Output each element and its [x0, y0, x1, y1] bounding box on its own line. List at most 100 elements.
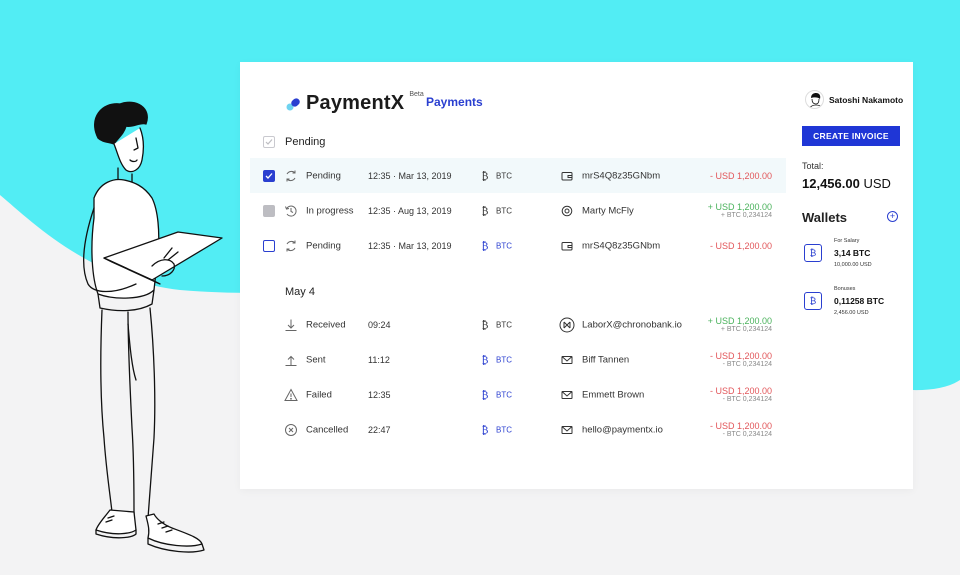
row-party: Emmett Brown: [582, 389, 645, 400]
bitcoin-icon: ₿: [482, 206, 489, 216]
row-status: Sent: [306, 354, 326, 365]
table-row[interactable]: Received 09:24 ₿ BTC LaborX@chronobank.i…: [250, 307, 786, 342]
warning-icon: [284, 387, 298, 401]
logo-mark-icon: [286, 96, 302, 112]
row-amount: - USD 1,200.00: [710, 170, 772, 180]
row-status: In progress: [306, 205, 354, 216]
table-row[interactable]: Pending 12:35 · Mar 13, 2019 ₿ BTC mrS4Q…: [250, 158, 786, 193]
chronobank-logo-icon: [559, 317, 575, 332]
row-time: 09:24: [368, 319, 391, 330]
row-time: 11:12: [368, 354, 390, 365]
row-amount: - USD 1,200.00 - BTC 0,234124: [710, 385, 772, 403]
row-status: Pending: [306, 170, 341, 181]
row-checkbox[interactable]: [263, 239, 275, 252]
amount-usd: - USD 1,200.00: [709, 350, 772, 361]
sidebar: Satoshi Nakamoto CREATE INVOICE Total: 1…: [802, 62, 913, 489]
row-status: Failed: [306, 389, 332, 400]
row-time: 12:35 · Mar 13, 2019: [368, 170, 452, 181]
amount-btc: + BTC 0,234124: [720, 211, 772, 219]
total-unit: USD: [863, 176, 891, 191]
amount-usd: + USD 1,200.00: [707, 315, 772, 326]
row-time: 12:35 · Mar 13, 2019: [368, 240, 452, 251]
refresh-icon: [286, 240, 296, 251]
svg-text:₿: ₿: [482, 320, 489, 330]
wallet-usd: 10,000.00 USD: [834, 262, 872, 268]
payments-panel: PaymentX Beta Payments Pending Pending 1…: [240, 62, 913, 489]
row-status: Cancelled: [306, 424, 349, 435]
add-wallet-button[interactable]: +: [887, 211, 898, 222]
row-party: mrS4Q8z35GNbm: [582, 170, 661, 181]
table-row[interactable]: Sent 11:12 ₿ BTC Biff Tannen - USD 1,200…: [250, 342, 786, 377]
total-value: 12,456.00 USD: [802, 176, 891, 191]
amount-usd: + USD 1,200.00: [707, 201, 772, 212]
row-currency: BTC: [496, 320, 512, 329]
row-currency: BTC: [496, 206, 512, 215]
svg-text:₿: ₿: [482, 425, 489, 435]
amount-usd: - USD 1,200.00: [709, 420, 772, 431]
amount-usd: - USD 1,200.00: [709, 170, 772, 181]
table-row[interactable]: Cancelled 22:47 ₿ BTC hello@paymentx.io …: [250, 412, 786, 447]
row-party: Biff Tannen: [582, 354, 630, 365]
at-sign-icon: [561, 205, 573, 216]
row-amount: + USD 1,200.00 + BTC 0,234124: [708, 315, 772, 333]
row-time: 12:35 · Aug 13, 2019: [368, 205, 452, 216]
row-amount: - USD 1,200.00: [710, 240, 772, 250]
row-status: Pending: [306, 240, 341, 251]
amount-usd: - USD 1,200.00: [709, 385, 772, 396]
beta-badge: Beta: [409, 91, 424, 98]
svg-text:₿: ₿: [482, 390, 489, 400]
group-header-pending: Pending: [263, 136, 325, 148]
amount-btc: - BTC 0,234124: [722, 430, 772, 438]
wallet-amount: 3,14 BTC: [834, 248, 871, 258]
wallet-amount: 0,11258 BTC: [834, 296, 885, 306]
bitcoin-icon: ₿: [804, 244, 822, 262]
total-amount: 12,456.00: [802, 176, 860, 191]
wallet-name: For Salary: [834, 238, 860, 244]
svg-text:₿: ₿: [482, 206, 489, 216]
bitcoin-icon: ₿: [482, 355, 489, 365]
row-time: 22:47: [368, 424, 391, 435]
row-amount: - USD 1,200.00 - BTC 0,234124: [710, 420, 772, 438]
bitcoin-icon: ₿: [482, 241, 489, 251]
row-currency: BTC: [496, 390, 512, 399]
user-profile[interactable]: Satoshi Nakamoto: [805, 90, 903, 109]
amount-btc: + BTC 0,234124: [720, 325, 772, 333]
row-amount: + USD 1,200.00 + BTC 0,234124: [708, 201, 772, 219]
wallet-icon: [561, 241, 573, 250]
row-party: mrS4Q8z35GNbm: [582, 240, 661, 251]
app-logo[interactable]: PaymentX Beta: [286, 91, 424, 115]
envelope-icon: [561, 425, 573, 434]
bitcoin-icon: ₿: [804, 292, 822, 310]
row-party: LaborX@chronobank.io: [582, 319, 682, 330]
wallet-usd: 2,456.00 USD: [834, 310, 869, 316]
nav-payments-link[interactable]: Payments: [426, 95, 483, 109]
person-with-laptop-illustration: [83, 101, 223, 553]
svg-text:₿: ₿: [482, 241, 489, 251]
wallets-title: Wallets: [802, 210, 848, 225]
group-title: May 4: [285, 286, 315, 298]
select-group-checkbox[interactable]: [263, 136, 275, 148]
table-row[interactable]: In progress 12:35 · Aug 13, 2019 ₿ BTC M…: [250, 193, 786, 228]
cancel-circle-icon: [285, 423, 297, 436]
create-invoice-button[interactable]: CREATE INVOICE: [802, 126, 900, 146]
row-currency: BTC: [496, 425, 512, 434]
row-checkbox[interactable]: [263, 204, 275, 217]
table-row[interactable]: Pending 12:35 · Mar 13, 2019 ₿ BTC mrS4Q…: [250, 228, 786, 263]
total-label: Total:: [802, 161, 824, 171]
amount-btc: - BTC 0,234124: [722, 395, 772, 403]
svg-text:₿: ₿: [482, 355, 489, 365]
group-header-may-4: May 4: [285, 286, 315, 298]
wallet-icon: [561, 171, 573, 180]
bitcoin-icon: ₿: [482, 171, 489, 181]
avatar: [805, 90, 824, 109]
row-checkbox[interactable]: [263, 169, 275, 182]
envelope-icon: [561, 390, 573, 399]
table-row[interactable]: Failed 12:35 ₿ BTC Emmett Brown - USD 1,…: [250, 377, 786, 412]
row-currency: BTC: [496, 171, 512, 180]
wallet-name: Bonuses: [834, 286, 856, 292]
envelope-icon: [561, 355, 573, 364]
row-party: hello@paymentx.io: [582, 424, 663, 435]
arrow-up-icon: [285, 355, 297, 366]
amount-btc: - BTC 0,234124: [722, 360, 772, 368]
row-amount: - USD 1,200.00 - BTC 0,234124: [710, 350, 772, 368]
